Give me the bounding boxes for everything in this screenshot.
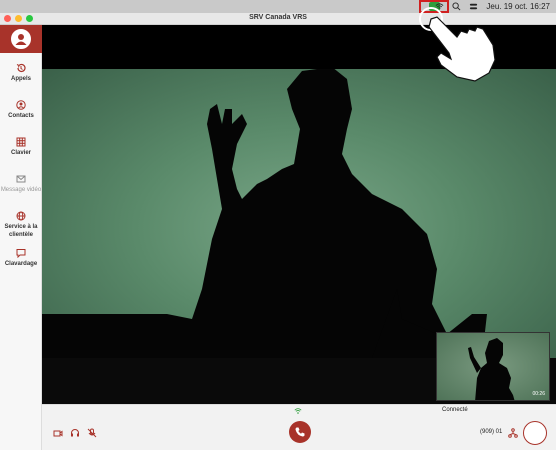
signal-icon [294, 408, 302, 414]
sidebar-item-label: Appels [10, 76, 31, 82]
chat-icon [16, 249, 26, 258]
contact-icon [16, 100, 26, 110]
call-timer: 00:26 [532, 391, 545, 397]
sidebar-item-contacts[interactable]: Contacts [0, 100, 42, 120]
sidebar-item-clavardage[interactable]: Clavardage [0, 248, 42, 268]
network-icon[interactable] [508, 428, 518, 438]
sidebar: Appels Contacts Clavier Message vidéo Se… [0, 25, 42, 450]
mail-icon [16, 175, 26, 183]
remote-video-scene [42, 67, 556, 358]
phone-number: (909) 01 [480, 429, 503, 435]
sidebar-item-label: Clavardage [4, 261, 38, 267]
sidebar-item-label: Message vidéo [0, 187, 42, 193]
sidebar-item-label: Contacts [8, 113, 34, 119]
record-button[interactable] [523, 421, 547, 445]
camera-icon[interactable] [53, 428, 63, 438]
pointer-hand-icon [419, 7, 496, 82]
mic-off-icon[interactable] [87, 428, 97, 438]
user-icon [15, 34, 27, 45]
history-icon [16, 63, 26, 73]
sidebar-item-label: Clavier [10, 150, 31, 156]
person-silhouette [42, 67, 487, 358]
hangup-button[interactable] [289, 421, 311, 443]
profile-area[interactable] [0, 25, 42, 53]
sidebar-item-appels[interactable]: Appels [0, 63, 42, 83]
sidebar-item-label: Service à la clientèle [4, 224, 38, 238]
phone-icon [295, 427, 305, 437]
sidebar-item-clavier[interactable]: Clavier [0, 137, 42, 157]
keypad-icon [16, 137, 26, 147]
sidebar-item-message-video[interactable]: Message vidéo [0, 174, 42, 194]
sidebar-item-service-clientele[interactable]: Service à la clientèle [0, 211, 42, 239]
globe-icon [16, 211, 26, 221]
headset-icon[interactable] [70, 428, 80, 438]
connection-status: Connecté [442, 407, 468, 413]
status-bar: Connecté [42, 404, 556, 416]
self-view-pip[interactable]: 00:26 [436, 332, 550, 401]
avatar[interactable] [11, 29, 31, 49]
call-controls: (909) 01 [42, 416, 556, 450]
